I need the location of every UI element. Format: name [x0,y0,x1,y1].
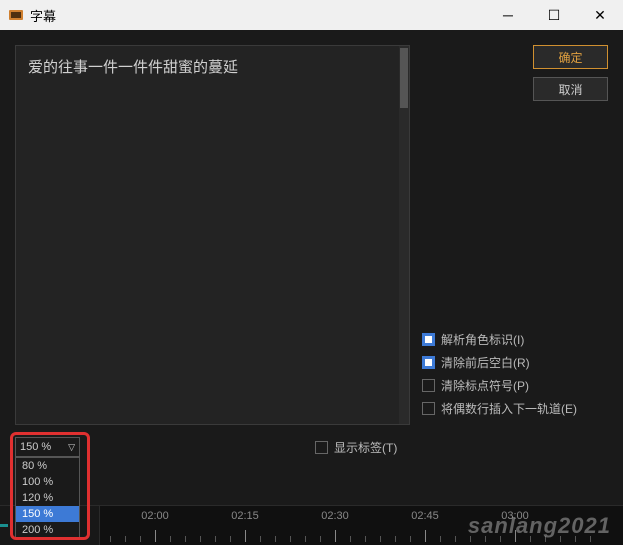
zoom-option[interactable]: 150 % [16,506,79,522]
zoom-option[interactable]: 80 % [16,458,79,474]
option-clear-punct[interactable]: 清除标点符号(P) [422,377,608,394]
option-parse-role[interactable]: 解析角色标识(I) [422,331,608,348]
checkbox-icon [422,379,435,392]
timeline-label: 02:00 [141,510,169,522]
timeline[interactable]: 02:00 02:15 02:30 02:45 03:00 [0,505,623,545]
checkbox-icon [422,356,435,369]
checkbox-icon [315,441,328,454]
timeline-label: 02:30 [321,510,349,522]
option-label: 解析角色标识(I) [441,331,524,348]
checkbox-icon [422,333,435,346]
scrollbar[interactable] [399,46,409,424]
zoom-dropdown: 80 %100 %120 %150 %200 % [15,457,80,539]
zoom-current: 150 % [20,441,51,453]
zoom-select[interactable]: 150 % ▽ [15,437,80,457]
timeline-ruler[interactable]: 02:00 02:15 02:30 02:45 03:00 [100,506,623,545]
dialog-body: 爱的往事一件一件件甜蜜的蔓延 确定 取消 解析角色标识(I) 清除前后空白(R)… [0,30,623,505]
zoom-control: 150 % ▽ 80 %100 %120 %150 %200 % [15,437,80,457]
zoom-option[interactable]: 200 % [16,522,79,538]
close-button[interactable]: ✕ [577,0,623,30]
timeline-accent [0,524,8,527]
minimize-button[interactable]: ─ [485,0,531,30]
timeline-label: 03:00 [501,510,529,522]
show-label-text: 显示标签(T) [334,439,397,456]
cancel-button[interactable]: 取消 [533,77,608,101]
option-even-next-track[interactable]: 将偶数行插入下一轨道(E) [422,400,608,417]
option-label: 清除前后空白(R) [441,354,530,371]
show-label-option[interactable]: 显示标签(T) [315,439,397,456]
option-trim-spaces[interactable]: 清除前后空白(R) [422,354,608,371]
option-label: 清除标点符号(P) [441,377,529,394]
option-label: 将偶数行插入下一轨道(E) [441,400,577,417]
timeline-label: 02:15 [231,510,259,522]
zoom-option[interactable]: 100 % [16,474,79,490]
app-icon [8,7,24,23]
subtitle-textarea[interactable]: 爱的往事一件一件件甜蜜的蔓延 [15,45,410,425]
zoom-option[interactable]: 120 % [16,490,79,506]
subtitle-text: 爱的往事一件一件件甜蜜的蔓延 [28,59,238,76]
window-title: 字幕 [30,6,485,25]
checkbox-icon [422,402,435,415]
titlebar: 字幕 ─ ☐ ✕ [0,0,623,30]
timeline-label: 02:45 [411,510,439,522]
ok-button[interactable]: 确定 [533,45,608,69]
chevron-down-icon: ▽ [68,442,75,453]
maximize-button[interactable]: ☐ [531,0,577,30]
options-group: 解析角色标识(I) 清除前后空白(R) 清除标点符号(P) 将偶数行插入下一轨道… [422,331,608,425]
